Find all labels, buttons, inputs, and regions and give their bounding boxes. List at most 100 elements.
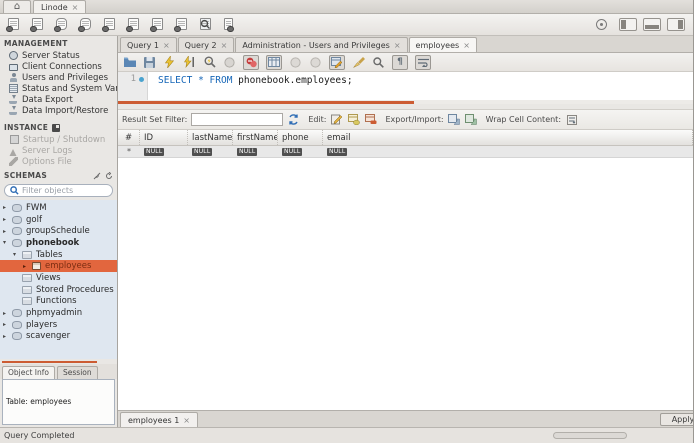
chevron-right-icon[interactable]: ▸ — [3, 333, 12, 340]
edit-record-icon[interactable] — [331, 114, 344, 126]
search-table-data-icon[interactable] — [198, 18, 213, 32]
new-view-icon[interactable] — [102, 18, 117, 32]
tree-node-tables[interactable]: ▾ Tables — [0, 249, 117, 261]
chevron-right-icon[interactable]: ▸ — [3, 228, 12, 235]
sidebar-item-users-privileges[interactable]: Users and Privileges — [0, 72, 117, 83]
sql-code-line[interactable]: SELECT * FROM phonebook.employees; — [148, 72, 353, 100]
close-icon[interactable]: × — [463, 41, 470, 50]
close-icon[interactable]: × — [394, 41, 401, 50]
splitter-handle[interactable] — [2, 361, 97, 363]
result-tab-employees-1[interactable]: employees 1 × — [120, 412, 198, 427]
sidebar-item-startup-shutdown[interactable]: Startup / Shutdown — [0, 134, 117, 145]
sidebar-item-server-status[interactable]: Server Status — [0, 50, 117, 61]
chevron-down-icon[interactable]: ▾ — [13, 251, 22, 258]
invisible-chars-toggle-button[interactable]: ¶ — [392, 55, 408, 70]
schema-node-fwm[interactable]: ▸ FWM — [0, 202, 117, 214]
schema-node-golf[interactable]: ▸ golf — [0, 214, 117, 226]
open-script-icon[interactable] — [123, 56, 136, 69]
schema-filter-input[interactable]: Filter objects — [4, 184, 113, 197]
new-trigger-icon[interactable] — [174, 18, 189, 32]
sidebar-item-client-connections[interactable]: Client Connections — [0, 61, 117, 72]
chevron-right-icon[interactable]: ▸ — [23, 263, 32, 270]
close-icon[interactable]: × — [163, 41, 170, 50]
cell-email[interactable]: NULL — [323, 148, 693, 156]
home-tab[interactable]: ⌂ — [3, 0, 31, 13]
refresh-schemas-icon[interactable] — [105, 172, 113, 180]
chevron-right-icon[interactable]: ▸ — [3, 216, 12, 223]
wrap-toggle-icon[interactable] — [565, 114, 578, 126]
sidebar-item-data-import[interactable]: Data Import/Restore — [0, 105, 117, 116]
toggle-stop-on-error-button[interactable] — [243, 55, 259, 70]
connection-tab-linode[interactable]: Linode × — [33, 0, 86, 13]
tab-session[interactable]: Session — [57, 366, 98, 379]
new-stored-procedure-icon[interactable] — [126, 18, 141, 32]
tab-query-2[interactable]: Query 2 × — [178, 37, 235, 52]
tab-employees[interactable]: employees × — [409, 37, 477, 52]
sidebar-item-status-system-variables[interactable]: Status and System Variables — [0, 83, 117, 94]
cell-firstname[interactable]: NULL — [233, 148, 278, 156]
preferences-icon[interactable] — [222, 18, 237, 32]
schema-node-phpmyadmin[interactable]: ▸ phpmyadmin — [0, 307, 117, 319]
refresh-icon[interactable] — [287, 114, 300, 126]
toggle-autocommit-button[interactable] — [329, 55, 345, 70]
editor-hscroll-thumb[interactable] — [118, 101, 414, 104]
tree-node-functions[interactable]: Functions — [0, 296, 117, 308]
tree-node-views[interactable]: Views — [0, 272, 117, 284]
sidebar-splitter[interactable] — [0, 359, 117, 364]
result-grid-body[interactable] — [118, 158, 693, 410]
toggle-output-area-button[interactable] — [643, 18, 661, 31]
new-function-icon[interactable] — [150, 18, 165, 32]
schema-node-players[interactable]: ▸ players — [0, 319, 117, 331]
chevron-down-icon[interactable]: ▾ — [3, 239, 12, 246]
column-header-id[interactable]: ID — [140, 130, 188, 145]
wrap-text-toggle-button[interactable] — [415, 55, 431, 70]
schema-node-groupschedule[interactable]: ▸ groupSchedule — [0, 225, 117, 237]
execute-current-icon[interactable] — [183, 56, 196, 69]
schema-node-phonebook[interactable]: ▾ phonebook — [0, 237, 117, 249]
tree-node-employees[interactable]: ▸ employees — [0, 260, 117, 272]
expand-collapse-icon[interactable] — [93, 172, 101, 180]
new-sql-tab-icon[interactable] — [6, 18, 21, 32]
apply-button[interactable]: Apply — [660, 413, 693, 426]
close-icon[interactable]: × — [221, 41, 228, 50]
column-header-firstname[interactable]: firstName — [233, 130, 278, 145]
sql-editor[interactable]: 1 SELECT * FROM phonebook.employees; — [118, 72, 693, 100]
tree-node-stored-procedures[interactable]: Stored Procedures — [0, 284, 117, 296]
close-icon[interactable]: × — [72, 3, 79, 12]
delete-record-icon[interactable] — [365, 114, 378, 126]
export-recordset-icon[interactable] — [448, 114, 461, 126]
cell-lastname[interactable]: NULL — [188, 148, 233, 156]
beautify-icon[interactable] — [352, 56, 365, 69]
status-scrollbar-thumb[interactable] — [553, 432, 627, 439]
limit-rows-button[interactable] — [266, 55, 282, 70]
table-row-new[interactable]: * NULL NULL NULL NULL NULL — [118, 146, 693, 158]
sidebar-item-options-file[interactable]: Options File — [0, 156, 117, 167]
add-record-icon[interactable] — [348, 114, 361, 126]
cell-phone[interactable]: NULL — [278, 148, 323, 156]
new-table-icon[interactable] — [78, 18, 93, 32]
sidebar-item-server-logs[interactable]: Server Logs — [0, 145, 117, 156]
column-header-lastname[interactable]: lastName — [188, 130, 233, 145]
tab-query-1[interactable]: Query 1 × — [120, 37, 177, 52]
find-icon[interactable] — [372, 56, 385, 69]
tab-object-info[interactable]: Object Info — [2, 366, 55, 379]
tab-administration[interactable]: Administration - Users and Privileges × — [235, 37, 407, 52]
execute-icon[interactable] — [163, 56, 176, 69]
toggle-left-panel-button[interactable] — [619, 18, 637, 31]
save-script-icon[interactable] — [143, 56, 156, 69]
chevron-right-icon[interactable]: ▸ — [3, 310, 12, 317]
column-header-phone[interactable]: phone — [278, 130, 323, 145]
sidebar-item-data-export[interactable]: Data Export — [0, 94, 117, 105]
import-records-icon[interactable] — [465, 114, 478, 126]
toggle-right-panel-button[interactable] — [667, 18, 685, 31]
schema-node-scavenger[interactable]: ▸ scavenger — [0, 331, 117, 343]
result-filter-input[interactable] — [191, 113, 283, 126]
column-header-rownum[interactable]: # — [118, 130, 140, 145]
open-sql-script-icon[interactable] — [30, 18, 45, 32]
cell-id[interactable]: NULL — [140, 148, 188, 156]
chevron-right-icon[interactable]: ▸ — [3, 204, 12, 211]
chevron-right-icon[interactable]: ▸ — [3, 321, 12, 328]
editor-hscrollbar[interactable] — [118, 100, 693, 104]
column-header-email[interactable]: email — [323, 130, 693, 145]
close-icon[interactable]: × — [183, 416, 190, 425]
